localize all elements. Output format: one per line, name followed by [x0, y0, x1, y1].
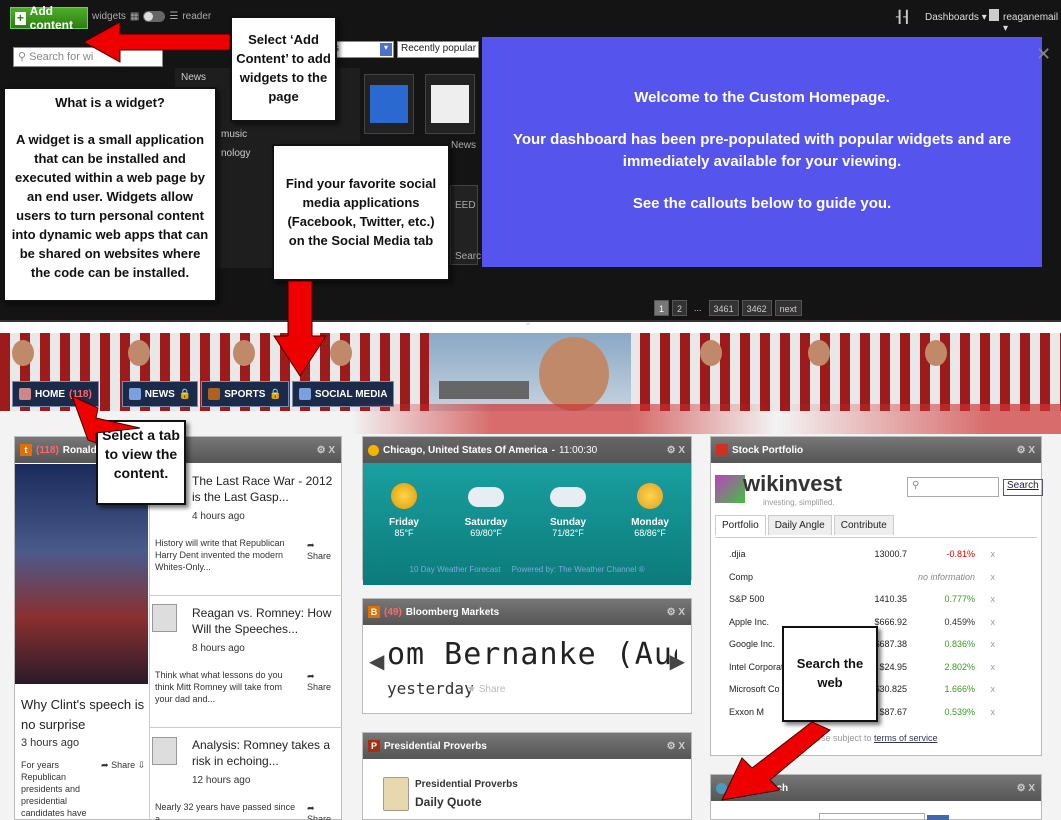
page: + Add content widgets ▦ ☰ reader ┨┨ Dash… — [0, 0, 1061, 820]
arrow-to-home-tab — [71, 395, 141, 444]
callout-arrows — [71, 21, 831, 801]
arrow-to-social-tab — [273, 280, 327, 377]
arrow-to-add-content — [82, 21, 231, 63]
arrow-to-web-search — [721, 721, 831, 801]
